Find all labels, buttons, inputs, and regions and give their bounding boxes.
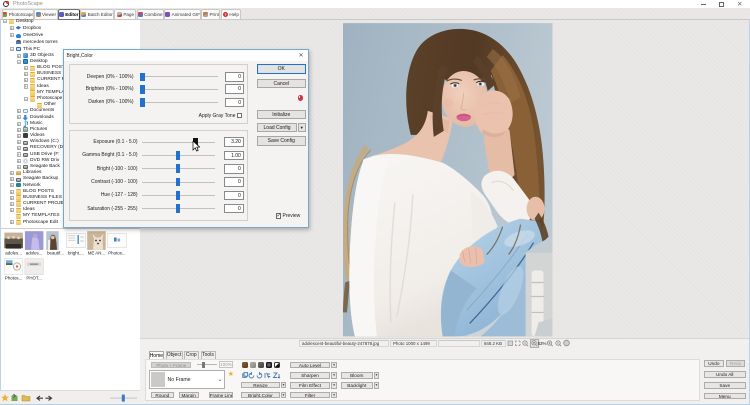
svg-text:Photos...: Photos... bbox=[108, 250, 125, 255]
svg-text:Photos...: Photos... bbox=[5, 275, 22, 280]
svg-text:53%: 53% bbox=[538, 340, 547, 345]
svg-text:ME AN...: ME AN... bbox=[88, 250, 105, 255]
svg-text:beautif...: beautif... bbox=[47, 250, 64, 255]
svg-text:PHOT...: PHOT... bbox=[26, 275, 41, 280]
svg-text:adoles...: adoles... bbox=[5, 250, 22, 255]
svg-text:adoles...: adoles... bbox=[26, 250, 43, 255]
svg-text:bright....: bright.... bbox=[68, 250, 84, 255]
